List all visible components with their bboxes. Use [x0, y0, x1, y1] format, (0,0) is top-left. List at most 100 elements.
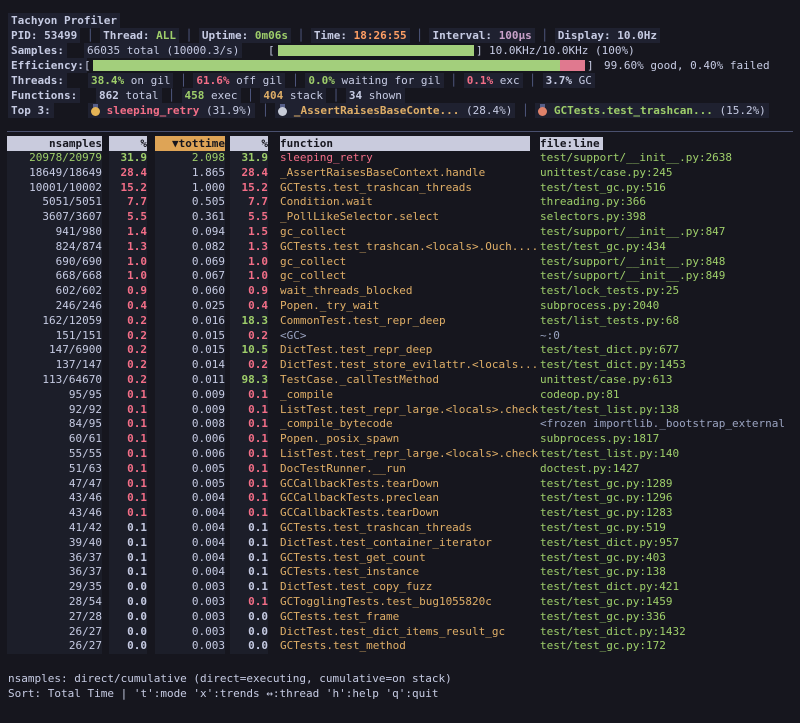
samples-bracket-open: [	[268, 43, 275, 58]
cumulative-pct-cell: 0.1	[230, 417, 268, 432]
file-line-cell: test/test_list.py:140	[540, 447, 794, 462]
tottime-cell: 0.003	[155, 595, 225, 610]
table-row[interactable]: 27/280.00.0030.0GCTests.test_frametest/t…	[0, 610, 800, 625]
file-line-cell: unittest/case.py:613	[540, 373, 794, 388]
file-line-cell: subprocess.py:1817	[540, 432, 794, 447]
keybindings-line: Sort: Total Time | 't':mode 'x':trends ↔…	[0, 686, 800, 701]
cumulative-pct-cell: 10.5	[230, 343, 268, 358]
samples-bar	[278, 45, 474, 56]
table-row[interactable]: 151/1510.20.0150.2<GC>~:0	[0, 329, 800, 344]
direct-pct-cell: 0.4	[109, 299, 147, 314]
direct-pct-cell: 5.5	[109, 210, 147, 225]
nsamples-cell: 51/63	[7, 462, 102, 477]
column-header-direct-pct[interactable]: %	[109, 136, 147, 151]
table-row[interactable]: 26/270.00.0030.0GCTests.test_methodtest/…	[0, 639, 800, 654]
nsamples-cell: 26/27	[7, 639, 102, 654]
table-row[interactable]: 5051/50517.70.5057.7Condition.waitthread…	[0, 195, 800, 210]
function-cell: GCTests.test_frame	[280, 610, 530, 625]
tottime-cell: 0.069	[155, 255, 225, 270]
samples-bracket-close: ]	[476, 43, 483, 58]
stat-segment: 458 exec	[182, 88, 241, 103]
table-row[interactable]: 18649/1864928.41.86528.4_AssertRaisesBas…	[0, 166, 800, 181]
table-row[interactable]: 20978/2097931.92.09831.9sleeping_retryte…	[0, 151, 800, 166]
efficiency-bracket-close: ]	[587, 58, 594, 73]
file-line-cell: test/test_dict.py:1453	[540, 358, 794, 373]
table-row[interactable]: 84/950.10.0080.1_compile_bytecode<frozen…	[0, 417, 800, 432]
tottime-cell: 0.006	[155, 432, 225, 447]
tottime-cell: 0.361	[155, 210, 225, 225]
info-item: PID: 53499	[8, 28, 80, 43]
file-line-cell: test/test_gc.py:403	[540, 551, 794, 566]
page-title: Tachyon Profiler	[8, 13, 120, 28]
table-row[interactable]: 162/120590.20.01618.3CommonTest.test_rep…	[0, 314, 800, 329]
nsamples-cell: 60/61	[7, 432, 102, 447]
silver-medal-icon	[278, 104, 287, 116]
column-header-function[interactable]: function	[280, 136, 530, 151]
nsamples-cell: 84/95	[7, 417, 102, 432]
function-cell: DocTestRunner.__run	[280, 462, 530, 477]
file-line-cell: selectors.py:398	[540, 210, 794, 225]
stat-segment: 404 stack	[260, 88, 326, 103]
table-row[interactable]: 36/370.10.0040.1GCTests.test_instancetes…	[0, 565, 800, 580]
table-row[interactable]: 113/646700.20.01198.3TestCase._callTestM…	[0, 373, 800, 388]
tottime-cell: 0.004	[155, 551, 225, 566]
tottime-cell: 0.004	[155, 491, 225, 506]
nsamples-cell: 824/874	[7, 240, 102, 255]
table-row[interactable]: 26/270.00.0030.0DictTest.test_dict_items…	[0, 625, 800, 640]
direct-pct-cell: 0.0	[109, 639, 147, 654]
nsamples-cell: 147/6900	[7, 343, 102, 358]
table-row[interactable]: 36/370.10.0040.1GCTests.test_get_countte…	[0, 551, 800, 566]
nsamples-cell: 41/42	[7, 521, 102, 536]
table-row[interactable]: 51/630.10.0050.1DocTestRunner.__rundocte…	[0, 462, 800, 477]
table-row[interactable]: 47/470.10.0050.1GCCallbackTests.tearDown…	[0, 477, 800, 492]
table-row[interactable]: 41/420.10.0040.1GCTests.test_trashcan_th…	[0, 521, 800, 536]
table-row[interactable]: 95/950.10.0090.1_compilecodeop.py:81	[0, 388, 800, 403]
column-header-cumulative-pct[interactable]: %	[230, 136, 268, 151]
tottime-cell: 0.005	[155, 477, 225, 492]
direct-pct-cell: 0.0	[109, 625, 147, 640]
efficiency-failed-bar	[560, 60, 585, 71]
file-line-cell: doctest.py:1427	[540, 462, 794, 477]
nsamples-cell: 27/28	[7, 610, 102, 625]
direct-pct-cell: 0.1	[109, 417, 147, 432]
stat-segment: 34 shown	[346, 88, 405, 103]
table-row[interactable]: 43/460.10.0040.1GCCallbackTests.tearDown…	[0, 506, 800, 521]
column-header-nsamples[interactable]: nsamples	[7, 136, 102, 151]
table-row[interactable]: 10001/1000215.21.00015.2GCTests.test_tra…	[0, 181, 800, 196]
stat-segment: 3.7% GC	[543, 73, 595, 88]
function-cell: Popen._posix_spawn	[280, 432, 530, 447]
tottime-cell: 0.004	[155, 521, 225, 536]
info-bar: PID: 53499 │ Thread: ALL │ Uptime: 0m06s…	[0, 28, 800, 43]
table-row[interactable]: 602/6020.90.0600.9wait_threads_blockedte…	[0, 284, 800, 299]
table-row[interactable]: 137/1470.20.0140.2DictTest.test_store_ev…	[0, 358, 800, 373]
direct-pct-cell: 1.4	[109, 225, 147, 240]
table-row[interactable]: 28/540.00.0030.1GCTogglingTests.test_bug…	[0, 595, 800, 610]
direct-pct-cell: 7.7	[109, 195, 147, 210]
function-cell: GCTests.test_instance	[280, 565, 530, 580]
file-line-cell: test/test_gc.py:519	[540, 521, 794, 536]
table-row[interactable]: 824/8741.30.0821.3GCTests.test_trashcan.…	[0, 240, 800, 255]
table-row[interactable]: 92/920.10.0090.1ListTest.test_repr_large…	[0, 403, 800, 418]
column-header-tottime-sorted[interactable]: ▼tottime	[155, 136, 225, 151]
file-line-cell: test/list_tests.py:68	[540, 314, 794, 329]
cumulative-pct-cell: 0.1	[230, 432, 268, 447]
table-row[interactable]: 3607/36075.50.3615.5_PollLikeSelector.se…	[0, 210, 800, 225]
table-row[interactable]: 941/9801.40.0941.5gc_collecttest/support…	[0, 225, 800, 240]
table-row[interactable]: 39/400.10.0040.1DictTest.test_container_…	[0, 536, 800, 551]
table-row[interactable]: 55/550.10.0060.1ListTest.test_repr_large…	[0, 447, 800, 462]
cumulative-pct-cell: 98.3	[230, 373, 268, 388]
table-row[interactable]: 246/2460.40.0250.4Popen._try_waitsubproc…	[0, 299, 800, 314]
direct-pct-cell: 0.1	[109, 565, 147, 580]
table-row[interactable]: 60/610.10.0060.1Popen._posix_spawnsubpro…	[0, 432, 800, 447]
function-cell: _PollLikeSelector.select	[280, 210, 530, 225]
table-row[interactable]: 668/6681.00.0671.0gc_collecttest/support…	[0, 269, 800, 284]
column-header-file-line[interactable]: file:line	[540, 136, 794, 151]
nsamples-cell: 602/602	[7, 284, 102, 299]
table-row[interactable]: 147/69000.20.01510.5DictTest.test_repr_d…	[0, 343, 800, 358]
table-row[interactable]: 29/350.00.0030.1DictTest.test_copy_fuzzt…	[0, 580, 800, 595]
cumulative-pct-cell: 0.1	[230, 595, 268, 610]
table-row[interactable]: 690/6901.00.0691.0gc_collecttest/support…	[0, 255, 800, 270]
tottime-cell: 0.505	[155, 195, 225, 210]
table-row[interactable]: 43/460.10.0040.1GCCallbackTests.preclean…	[0, 491, 800, 506]
stat-segment: 862 total	[96, 88, 162, 103]
